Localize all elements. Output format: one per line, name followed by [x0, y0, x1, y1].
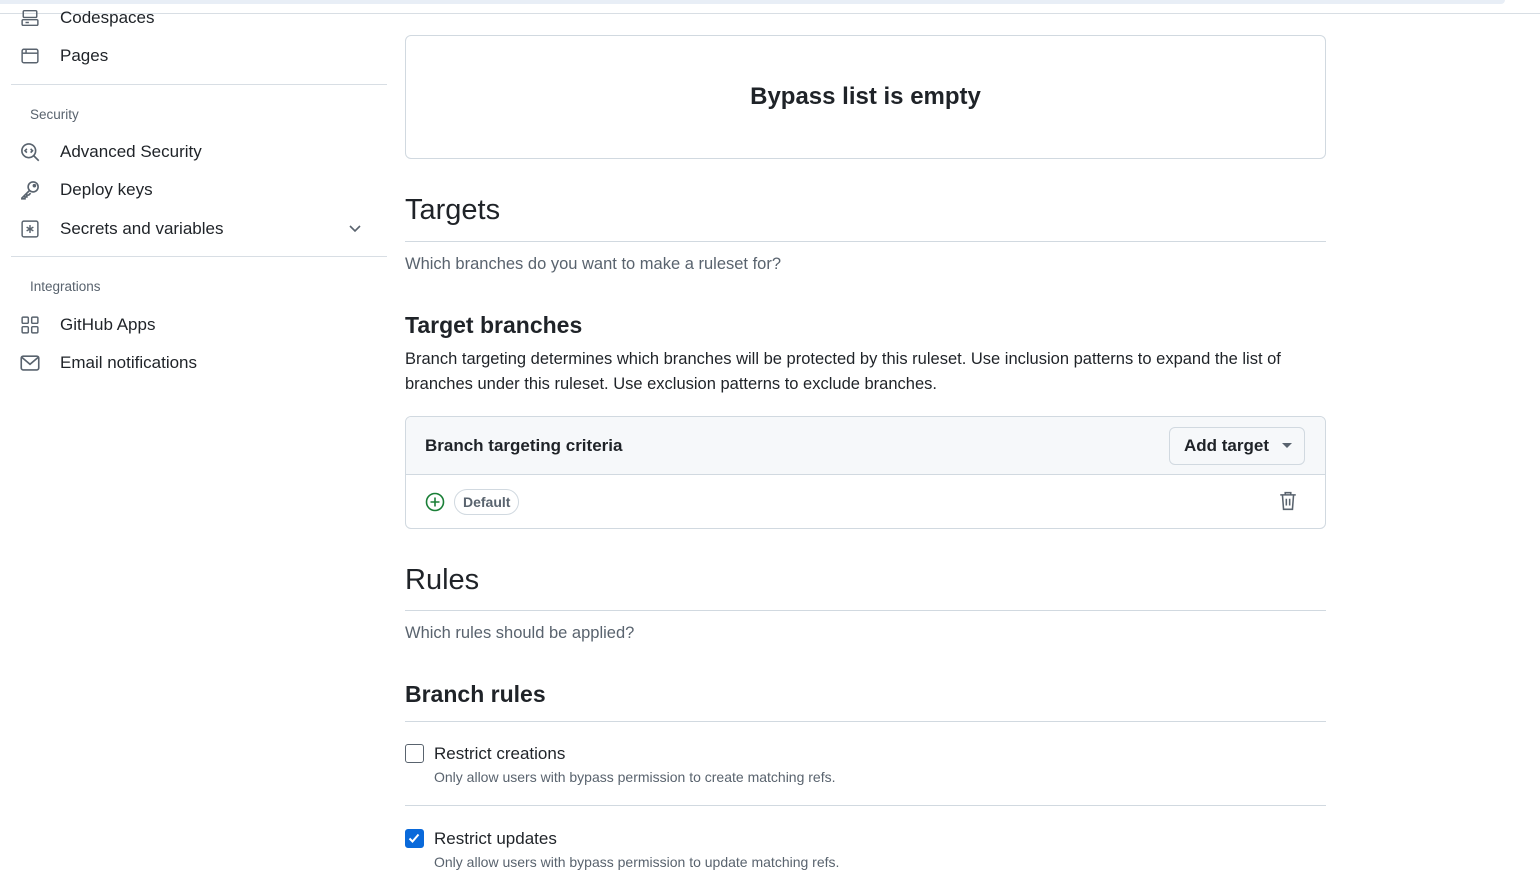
sidebar-item-label: Advanced Security — [60, 142, 202, 161]
sidebar-item-label: Pages — [60, 46, 109, 65]
add-target-button[interactable]: Add target — [1169, 427, 1305, 465]
add-target-label: Add target — [1184, 436, 1269, 455]
sidebar-item-advanced-security[interactable]: Advanced Security — [19, 135, 379, 169]
section-divider — [405, 610, 1326, 611]
criteria-header: Branch targeting criteria Add target — [406, 417, 1325, 475]
apps-icon — [19, 314, 41, 336]
bypass-empty-message: Bypass list is empty — [750, 83, 981, 110]
bypass-list: Bypass list is empty — [405, 35, 1326, 159]
codespaces-icon — [19, 7, 41, 29]
sidebar-item-label: Codespaces — [60, 8, 155, 27]
target-branches-heading: Target branches — [405, 312, 583, 338]
section-divider — [405, 721, 1326, 722]
restrict-updates-checkbox[interactable] — [405, 829, 424, 848]
sidebar-item-deploy-keys[interactable]: Deploy keys — [19, 173, 379, 207]
targets-heading: Targets — [405, 194, 501, 226]
sidebar-item-label: GitHub Apps — [60, 315, 156, 334]
default-branch-badge: Default — [454, 489, 520, 515]
branch-targeting-criteria: Branch targeting criteria Add target Def… — [405, 416, 1326, 529]
trash-icon[interactable] — [1279, 491, 1299, 513]
rules-heading: Rules — [405, 564, 480, 596]
target-branches-description: Branch targeting determines which branch… — [405, 350, 1281, 393]
targets-subtitle: Which branches do you want to make a rul… — [405, 255, 782, 273]
rule-description: Only allow users with bypass permission … — [434, 769, 836, 785]
sidebar-heading-security: Security — [30, 107, 79, 122]
sidebar-item-pages[interactable]: Pages — [19, 39, 379, 73]
plus-circle-icon — [425, 492, 445, 512]
triangle-down-icon — [1282, 443, 1292, 448]
check-icon — [408, 833, 420, 843]
section-divider — [405, 241, 1326, 242]
sidebar-item-label: Deploy keys — [60, 180, 153, 199]
rule-divider — [405, 805, 1326, 806]
key-icon — [19, 179, 41, 201]
chevron-down-icon[interactable] — [347, 220, 363, 241]
rule-description: Only allow users with bypass permission … — [434, 854, 840, 870]
sidebar-item-secrets-and-variables[interactable]: Secrets and variables — [19, 212, 379, 246]
sidebar-divider — [11, 84, 387, 85]
rule-title: Restrict updates — [434, 829, 557, 848]
criteria-title: Branch targeting criteria — [425, 436, 623, 455]
sidebar-item-label: Email notifications — [60, 353, 198, 372]
sidebar-item-github-apps[interactable]: GitHub Apps — [19, 308, 379, 342]
asterisk-icon — [19, 218, 41, 240]
restrict-creations-checkbox[interactable] — [405, 744, 424, 763]
sidebar-divider — [11, 256, 387, 257]
rules-subtitle: Which rules should be applied? — [405, 624, 635, 642]
browser-icon — [19, 45, 41, 67]
sidebar-item-codespaces[interactable]: Codespaces — [19, 1, 379, 35]
criteria-row: Default — [406, 475, 1325, 528]
sidebar-item-email-notifications[interactable]: Email notifications — [19, 346, 379, 380]
sidebar-item-label: Secrets and variables — [60, 219, 224, 238]
rule-title: Restrict creations — [434, 744, 566, 763]
branch-rules-heading: Branch rules — [405, 681, 546, 707]
codescan-icon — [19, 141, 41, 163]
mail-icon — [19, 352, 41, 374]
sidebar-heading-integrations: Integrations — [30, 279, 101, 294]
